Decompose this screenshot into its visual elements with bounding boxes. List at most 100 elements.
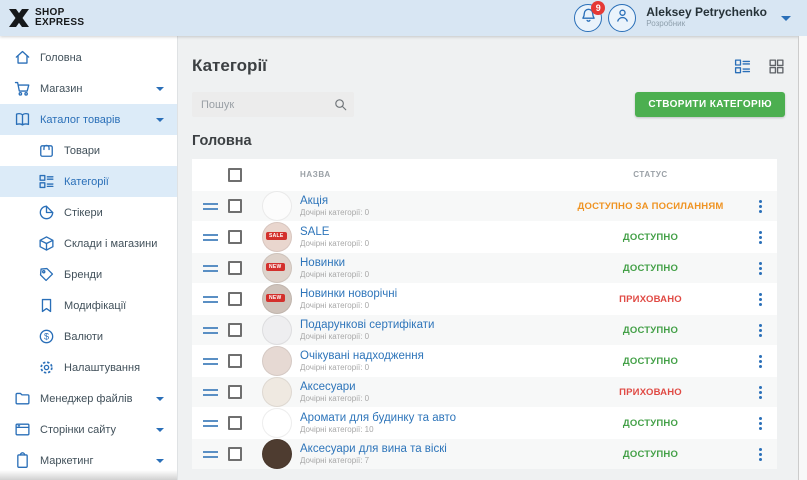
tag-icon	[38, 266, 55, 283]
table-body: Акція Дочірні категорії: 0 ДОСТУПНО ЗА П…	[192, 190, 777, 469]
category-name-link[interactable]: Подарункові сертифікати	[300, 319, 558, 332]
status-badge: ДОСТУПНО	[558, 418, 743, 429]
category-name-link[interactable]: SALE	[300, 226, 558, 239]
category-name-link[interactable]: Аксесуари для вина та віскі	[300, 443, 558, 456]
sidebar-item-currencies[interactable]: $ Валюти	[0, 321, 177, 352]
grid-view-icon[interactable]	[768, 58, 785, 75]
row-menu-kebab-icon[interactable]	[756, 383, 765, 402]
drag-handle-icon[interactable]	[203, 389, 218, 396]
status-badge: ДОСТУПНО	[558, 263, 743, 274]
category-name-link[interactable]: Новинки	[300, 257, 558, 270]
status-badge: ДОСТУПНО ЗА ПОСИЛАННЯМ	[558, 201, 743, 212]
row-menu-kebab-icon[interactable]	[756, 321, 765, 340]
category-name-link[interactable]: Аромати для будинку та авто	[300, 412, 558, 425]
category-children-count: Дочірні категорії: 0	[300, 363, 558, 372]
shop-express-logo[interactable]: SHOP EXPRESS	[8, 8, 84, 28]
category-thumbnail	[262, 191, 292, 221]
gear-icon	[38, 359, 55, 376]
sidebar-item-label: Каталог товарів	[40, 114, 120, 126]
sidebar-item-marketing[interactable]: Маркетинг	[0, 445, 177, 476]
table-row: Аромати для будинку та авто Дочірні кате…	[192, 407, 777, 438]
sidebar-item-site-pages[interactable]: Сторінки сайту	[0, 414, 177, 445]
sidebar-item-settings[interactable]: Налаштування	[0, 352, 177, 383]
search-icon[interactable]	[333, 97, 348, 112]
status-badge: ДОСТУПНО	[558, 325, 743, 336]
row-checkbox[interactable]	[228, 447, 242, 461]
row-checkbox[interactable]	[228, 385, 242, 399]
list-view-icon[interactable]	[734, 58, 751, 75]
drag-handle-icon[interactable]	[203, 234, 218, 241]
clipboard-icon	[14, 452, 31, 469]
row-checkbox[interactable]	[228, 292, 242, 306]
row-checkbox[interactable]	[228, 261, 242, 275]
table-row: Подарункові сертифікати Дочірні категорі…	[192, 314, 777, 345]
category-name-link[interactable]: Акція	[300, 195, 558, 208]
chevron-down-icon	[156, 87, 164, 91]
category-name-link[interactable]: Новинки новорічні	[300, 288, 558, 301]
row-checkbox[interactable]	[228, 416, 242, 430]
user-name: Aleksey Petrychenko	[646, 6, 767, 18]
thumbnail-badge: SALE	[266, 232, 287, 240]
person-icon	[614, 7, 631, 29]
drag-handle-icon[interactable]	[203, 358, 218, 365]
browser-icon	[14, 421, 31, 438]
sidebar-item-categories[interactable]: Категорії	[0, 166, 177, 197]
notifications-button[interactable]: 9	[574, 4, 602, 32]
drag-handle-icon[interactable]	[203, 296, 218, 303]
logo-text: SHOP EXPRESS	[35, 8, 84, 28]
status-badge: ДОСТУПНО	[558, 232, 743, 243]
sidebar-item-home[interactable]: Головна	[0, 42, 177, 73]
drag-handle-icon[interactable]	[203, 203, 218, 210]
row-menu-kebab-icon[interactable]	[756, 259, 765, 278]
row-menu-kebab-icon[interactable]	[756, 290, 765, 309]
row-menu-kebab-icon[interactable]	[756, 228, 765, 247]
row-checkbox[interactable]	[228, 199, 242, 213]
table-row: NEW Новинки новорічні Дочірні категорії:…	[192, 283, 777, 314]
sidebar-item-products[interactable]: Товари	[0, 135, 177, 166]
drag-handle-icon[interactable]	[203, 420, 218, 427]
drag-handle-icon[interactable]	[203, 327, 218, 334]
sidebar-item-label: Товари	[64, 145, 100, 157]
drag-handle-icon[interactable]	[203, 451, 218, 458]
row-menu-kebab-icon[interactable]	[756, 352, 765, 371]
folder-icon	[14, 390, 31, 407]
box-icon	[38, 142, 55, 159]
search-input[interactable]	[192, 92, 354, 117]
row-menu-kebab-icon[interactable]	[756, 445, 765, 464]
drag-handle-icon[interactable]	[203, 265, 218, 272]
row-checkbox[interactable]	[228, 230, 242, 244]
select-all-checkbox[interactable]	[228, 168, 242, 182]
category-thumbnail: NEW	[262, 253, 292, 283]
row-menu-kebab-icon[interactable]	[756, 197, 765, 216]
page-title: Категорії	[192, 56, 267, 76]
dollar-icon: $	[38, 328, 55, 345]
user-avatar-button[interactable]	[608, 4, 636, 32]
category-name-link[interactable]: Очікувані надходження	[300, 350, 558, 363]
sidebar-item-label: Маркетинг	[40, 455, 93, 467]
user-role: Розробник	[646, 18, 767, 30]
user-menu-chevron-icon[interactable]	[781, 16, 791, 21]
bookmark-icon	[38, 297, 55, 314]
sidebar-item-shop[interactable]: Магазин	[0, 73, 177, 104]
column-header-status: СТАТУС	[558, 170, 743, 179]
status-badge: ПРИХОВАНО	[558, 387, 743, 398]
sidebar-item-stickers[interactable]: Стікери	[0, 197, 177, 228]
sidebar-item-file-manager[interactable]: Менеджер файлів	[0, 383, 177, 414]
sidebar-item-label: Модифікації	[64, 300, 126, 312]
sidebar-item-warehouses[interactable]: Склади і магазини	[0, 228, 177, 259]
category-children-count: Дочірні категорії: 10	[300, 425, 558, 434]
row-menu-kebab-icon[interactable]	[756, 414, 765, 433]
package-icon	[38, 235, 55, 252]
vertical-scrollbar[interactable]	[798, 36, 807, 480]
sidebar-nav: Головна Магазин Каталог товарів Товари К…	[0, 42, 177, 476]
category-name-link[interactable]: Аксесуари	[300, 381, 558, 394]
create-category-button[interactable]: СТВОРИТИ КАТЕГОРІЮ	[635, 92, 785, 117]
sidebar-item-modifications[interactable]: Модифікації	[0, 290, 177, 321]
sidebar-item-brands[interactable]: Бренди	[0, 259, 177, 290]
category-thumbnail: NEW	[262, 284, 292, 314]
row-checkbox[interactable]	[228, 354, 242, 368]
category-thumbnail	[262, 346, 292, 376]
row-checkbox[interactable]	[228, 323, 242, 337]
home-icon	[14, 49, 31, 66]
sidebar-item-catalog[interactable]: Каталог товарів	[0, 104, 177, 135]
